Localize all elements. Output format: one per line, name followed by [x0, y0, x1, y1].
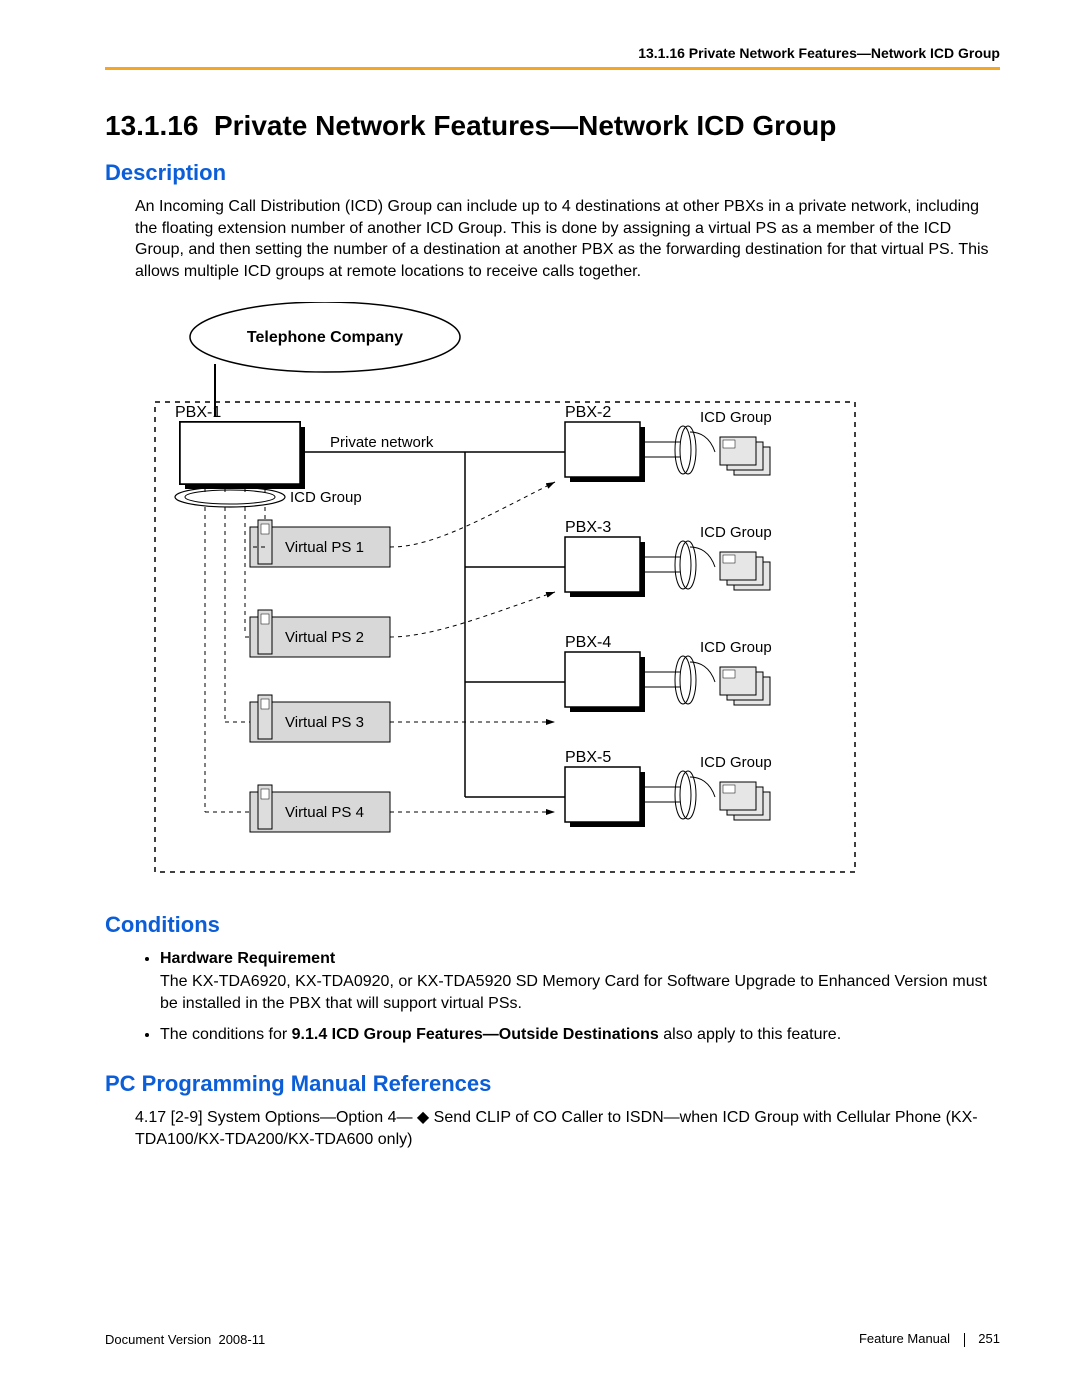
- pbx4-label: PBX-4: [565, 634, 611, 651]
- section-number: 13.1.16: [105, 110, 198, 141]
- telco-label: Telephone Company: [247, 329, 403, 346]
- pbx3-label: PBX-3: [565, 519, 611, 536]
- description-text: An Incoming Call Distribution (ICD) Grou…: [135, 196, 1000, 282]
- conditions-list: Hardware Requirement The KX-TDA6920, KX-…: [140, 948, 1000, 1046]
- cond2-pre: The conditions for: [160, 1026, 292, 1043]
- pcref-text: 4.17 [2-9] System Options—Option 4— ◆ Se…: [135, 1107, 1000, 1152]
- section-title: 13.1.16 Private Network Features—Network…: [105, 110, 1000, 142]
- running-header: 13.1.16 Private Network Features—Network…: [105, 45, 1000, 61]
- doc-version: Document Version 2008-11: [105, 1332, 265, 1347]
- cond2-bold: 9.1.4 ICD Group Features—Outside Destina…: [292, 1026, 659, 1043]
- manual-name: Feature Manual: [859, 1331, 950, 1346]
- private-network-label: Private network: [330, 434, 434, 451]
- page-number: 251: [978, 1331, 1000, 1346]
- vps1-label: Virtual PS 1: [285, 539, 364, 556]
- vps2-label: Virtual PS 2: [285, 629, 364, 646]
- section-title-text: Private Network Features—Network ICD Gro…: [214, 110, 836, 141]
- footer-right: Feature Manual 251: [859, 1331, 1000, 1347]
- vps4-label: Virtual PS 4: [285, 804, 364, 821]
- icd-group-3: ICD Group: [700, 524, 772, 541]
- vps3-label: Virtual PS 3: [285, 714, 364, 731]
- hw-req-text: The KX-TDA6920, KX-TDA0920, or KX-TDA592…: [160, 973, 987, 1012]
- doc-version-label: Document Version: [105, 1332, 211, 1347]
- page-footer: Document Version 2008-11 Feature Manual …: [105, 1331, 1000, 1347]
- description-heading: Description: [105, 160, 1000, 186]
- pcref-heading: PC Programming Manual References: [105, 1071, 1000, 1097]
- pbx1-label: PBX-1: [175, 404, 221, 421]
- pbx2-label: PBX-2: [565, 404, 611, 421]
- doc-version-value: 2008-11: [218, 1332, 265, 1347]
- icd-group-5: ICD Group: [700, 754, 772, 771]
- cond2-post: also apply to this feature.: [659, 1026, 841, 1043]
- conditions-heading: Conditions: [105, 912, 1000, 938]
- network-diagram: Telephone Company PBX-1 Private network …: [135, 302, 875, 882]
- condition-crossref: The conditions for 9.1.4 ICD Group Featu…: [160, 1024, 1000, 1046]
- hw-req-label: Hardware Requirement: [160, 950, 335, 967]
- condition-hw: Hardware Requirement The KX-TDA6920, KX-…: [160, 948, 1000, 1015]
- pbx5-label: PBX-5: [565, 749, 611, 766]
- icd-group-2: ICD Group: [700, 409, 772, 426]
- icd-group-left-label: ICD Group: [290, 489, 362, 506]
- header-rule: [105, 67, 1000, 70]
- icd-group-4: ICD Group: [700, 639, 772, 656]
